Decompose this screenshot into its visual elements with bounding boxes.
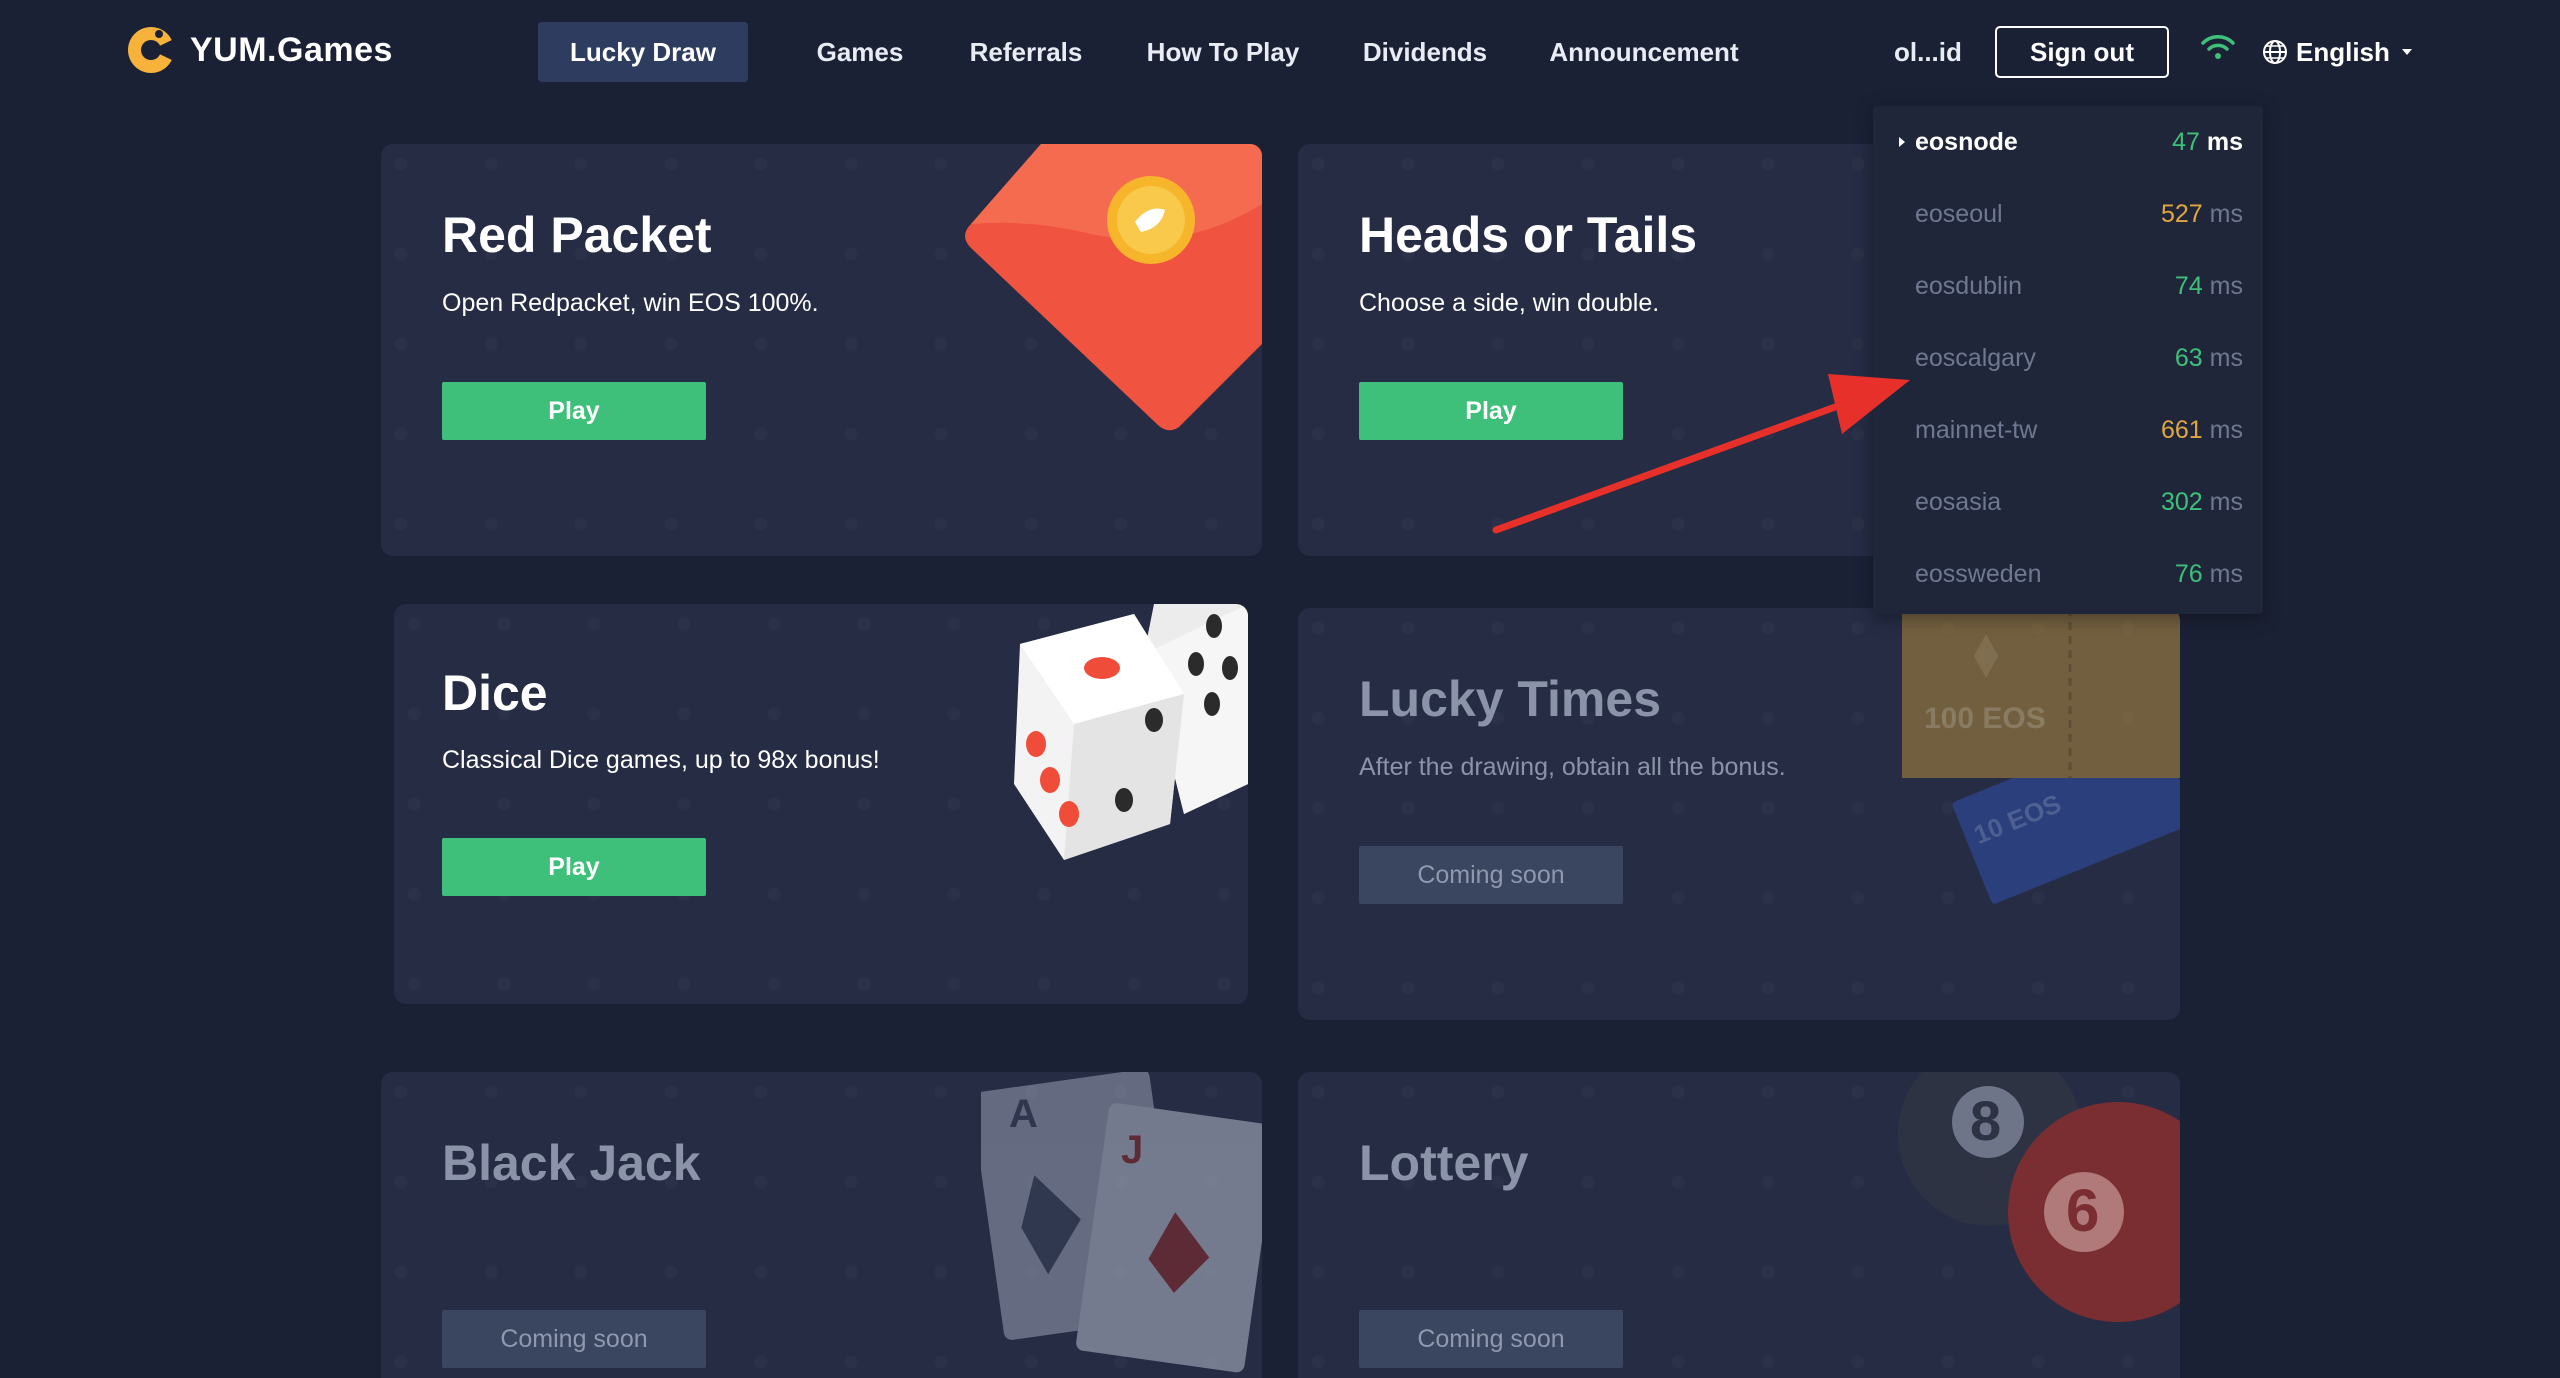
node-latency: 63 ms (2174, 344, 2243, 372)
node-name: eosasia (1915, 488, 2002, 516)
ball-number-6: 6 (2066, 1177, 2100, 1244)
ball-number-8: 8 (1970, 1089, 2002, 1152)
ticket-big-label: 100 EOS (1924, 702, 2046, 735)
yum-logo-icon (128, 27, 174, 73)
node-name: eosdublin (1915, 272, 2023, 300)
card-letter-a: A (1009, 1092, 1038, 1136)
node-option-eossweden[interactable]: eossweden 76 ms (1873, 538, 2263, 610)
node-option-eoseoul[interactable]: eoseoul 527 ms (1873, 178, 2263, 250)
cards-illustration: A J (981, 1072, 1262, 1378)
nav-how-to-play[interactable]: How To Play (1130, 22, 1316, 82)
nav-referrals[interactable]: Referrals (958, 22, 1094, 82)
brand-name: YUM.Games (190, 30, 393, 69)
play-button[interactable]: Play (442, 838, 706, 896)
node-name: eossweden (1915, 560, 2042, 588)
coming-soon-button: Coming soon (1359, 1310, 1623, 1368)
language-selector[interactable]: English (2262, 30, 2412, 74)
lottery-balls-illustration: 8 6 (1898, 1072, 2180, 1378)
wifi-icon[interactable] (2200, 32, 2236, 62)
selected-arrow-icon (1899, 137, 1905, 147)
node-latency: 74 ms (2174, 272, 2243, 300)
ticket-icon (1902, 608, 2180, 904)
card-title: Lottery (1359, 1135, 1529, 1191)
red-packet-illustration (965, 144, 1262, 431)
node-name: eosnode (1915, 128, 2018, 156)
dice-illustration (1014, 604, 1248, 860)
card-title: Black Jack (442, 1135, 701, 1191)
card-description: Classical Dice games, up to 98x bonus! (442, 746, 880, 774)
tickets-illustration: 100 EOS 10 EOS (1902, 608, 2180, 908)
game-card-lottery: Lottery Coming soon 8 6 (1298, 1072, 2180, 1378)
play-button[interactable]: Play (442, 382, 706, 440)
node-name: mainnet-tw (1915, 416, 2038, 444)
node-option-eoscalgary[interactable]: eoscalgary 63 ms (1873, 322, 2263, 394)
card-letter-j: J (1121, 1128, 1144, 1172)
game-card-red-packet[interactable]: Red Packet Open Redpacket, win EOS 100%.… (381, 144, 1262, 556)
game-card-dice[interactable]: Dice Classical Dice games, up to 98x bon… (394, 604, 1248, 1004)
node-option-eosasia[interactable]: eosasia 302 ms (1873, 466, 2263, 538)
node-option-eosdublin[interactable]: eosdublin 74 ms (1873, 250, 2263, 322)
game-card-black-jack: Black Jack Coming soon A J (381, 1072, 1262, 1378)
account-name[interactable]: ol...id (1894, 22, 1962, 82)
brand-logo[interactable]: YUM.Games (126, 22, 393, 78)
node-option-eosnode[interactable]: eosnode 47 ms (1873, 106, 2263, 178)
node-latency: 302 ms (2161, 488, 2243, 516)
card-title: Heads or Tails (1359, 207, 1698, 263)
nav-dividends[interactable]: Dividends (1350, 22, 1500, 82)
card-title: Dice (442, 665, 548, 721)
nav-announcement[interactable]: Announcement (1536, 22, 1752, 82)
card-description: Choose a side, win double. (1359, 289, 1660, 317)
nav-lucky-draw[interactable]: Lucky Draw (538, 22, 748, 82)
node-latency: 47 ms (2172, 128, 2243, 156)
globe-icon (2263, 40, 2287, 64)
game-card-lucky-times: Lucky Times After the drawing, obtain al… (1298, 608, 2180, 1020)
node-name: eoseoul (1915, 200, 2003, 228)
billiard-ball-icon (1898, 1072, 2180, 1322)
card-title: Lucky Times (1359, 671, 1662, 727)
sign-out-button[interactable]: Sign out (1995, 26, 2169, 78)
coming-soon-button: Coming soon (1359, 846, 1623, 904)
node-name: eoscalgary (1915, 344, 2036, 372)
annotation-arrow-icon (1492, 374, 1910, 534)
card-description: Open Redpacket, win EOS 100%. (442, 289, 819, 317)
node-latency: 76 ms (2174, 560, 2243, 588)
node-option-mainnet-tw[interactable]: mainnet-tw 661 ms (1873, 394, 2263, 466)
language-label: English (2296, 36, 2390, 67)
chevron-down-icon (2401, 49, 2412, 55)
node-latency: 527 ms (2161, 200, 2243, 228)
node-latency-dropdown: eosnode 47 ms eoseoul 527 ms eosdublin 7… (1873, 106, 2263, 614)
card-description: After the drawing, obtain all the bonus. (1359, 753, 1786, 781)
card-title: Red Packet (442, 207, 712, 263)
top-nav: YUM.Games Lucky Draw Games Referrals How… (0, 0, 2560, 104)
node-latency: 661 ms (2161, 416, 2243, 444)
nav-games[interactable]: Games (790, 22, 930, 82)
coming-soon-button: Coming soon (442, 1310, 706, 1368)
